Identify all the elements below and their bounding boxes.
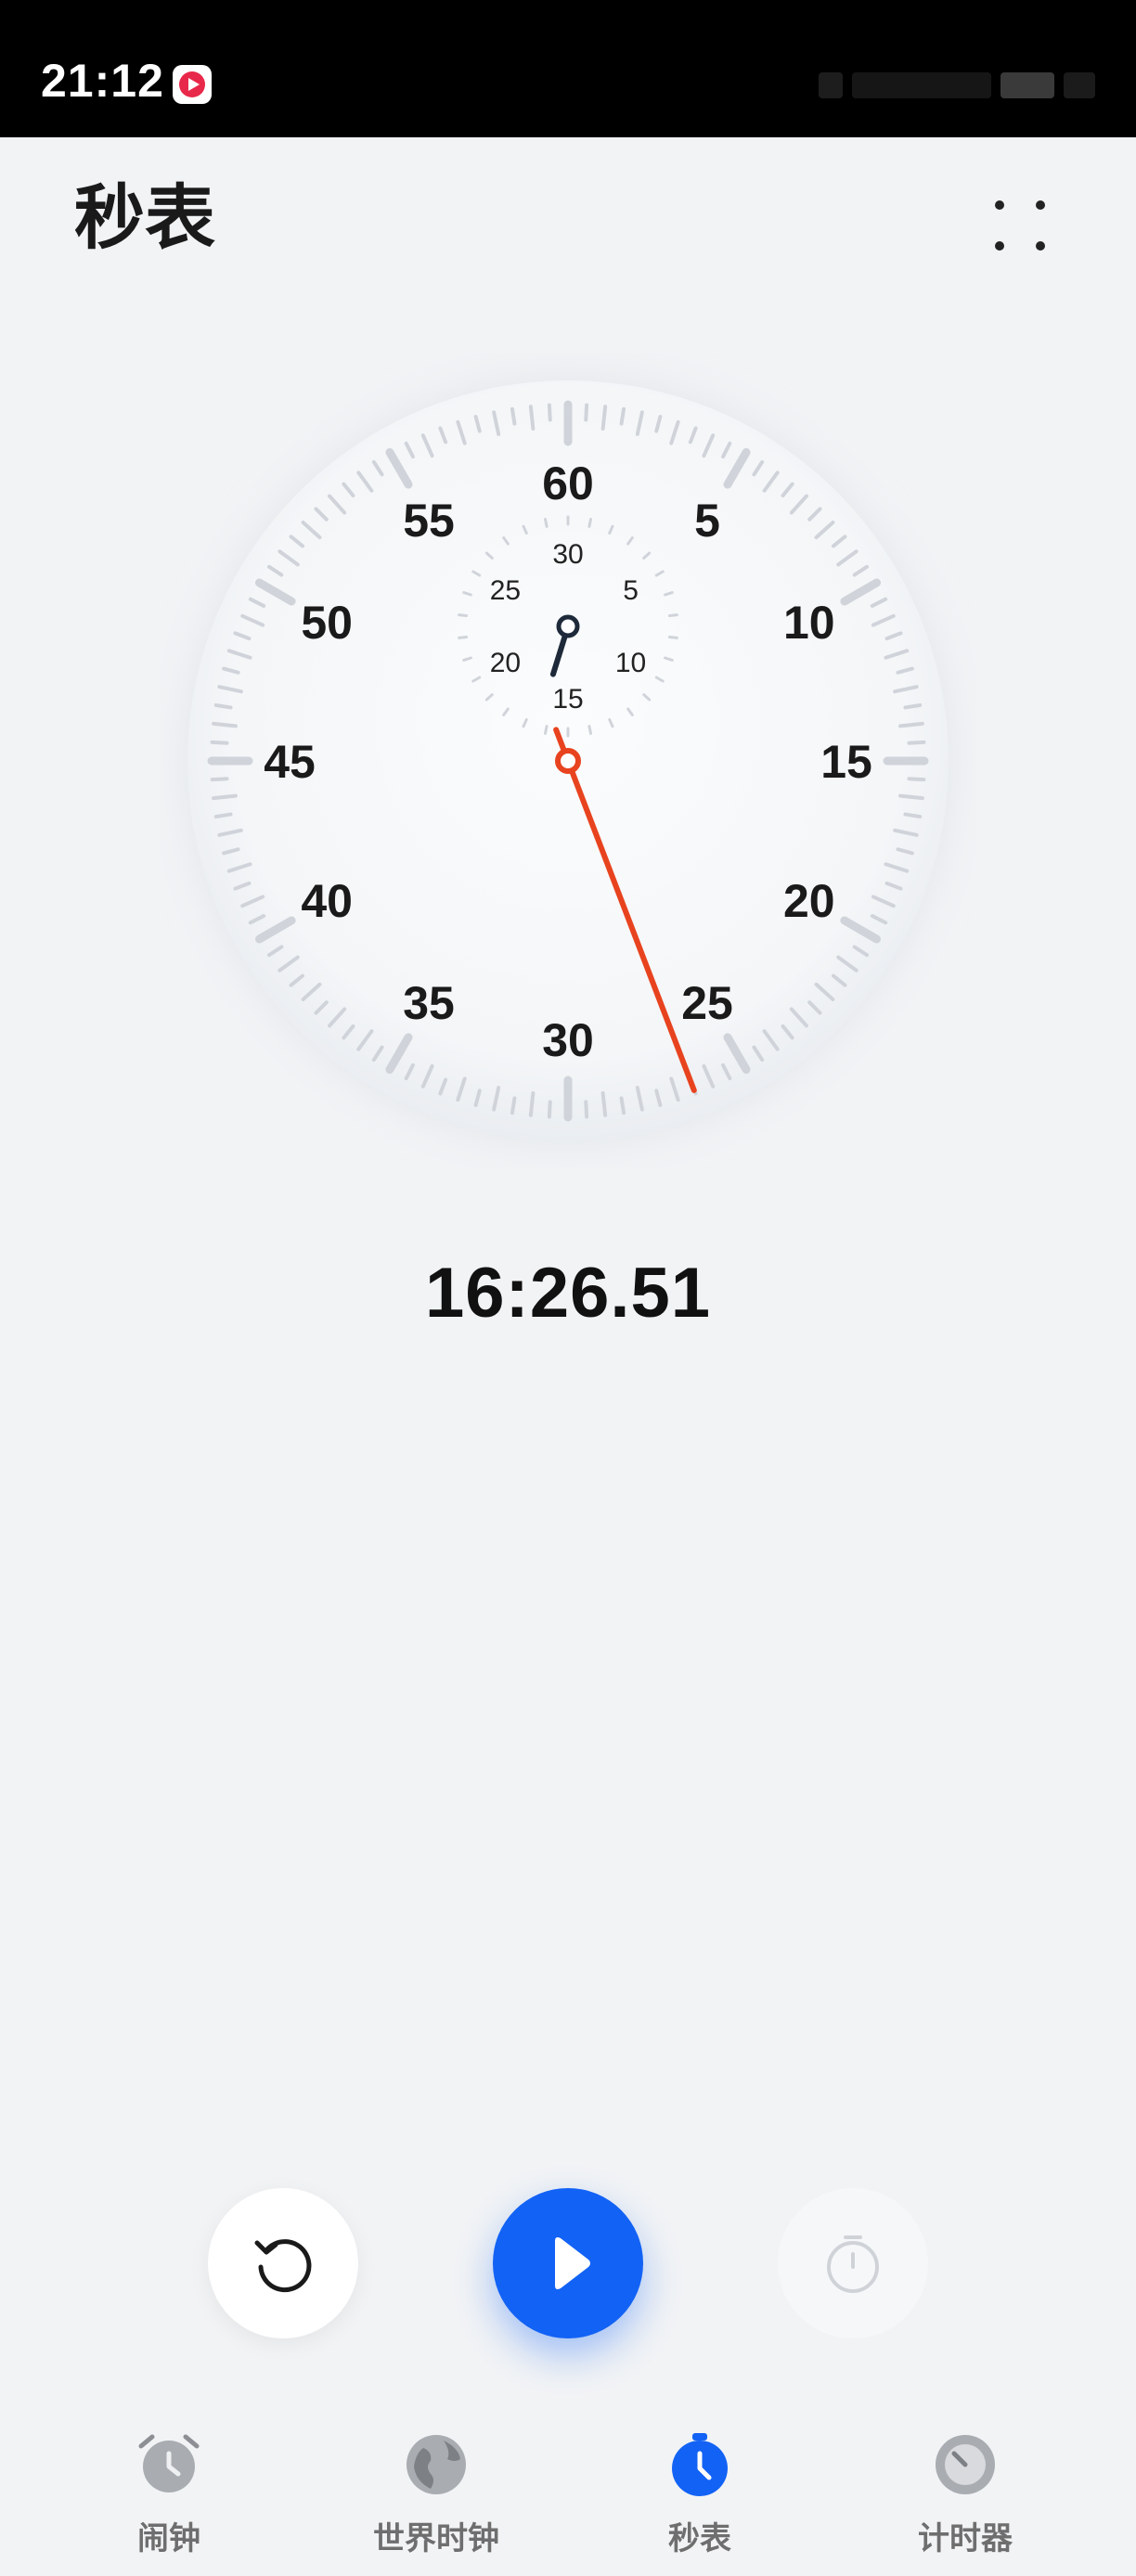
seconds-label: 35 [403,977,455,1029]
subdial-tick [667,635,678,639]
tab-label: 闹钟 [137,2521,200,2557]
video-app-notification-icon [173,65,212,104]
seconds-label: 50 [301,597,353,649]
dial-tick [212,793,238,801]
seconds-label: 10 [783,597,835,649]
subdial-tick [543,725,549,735]
dial-tick [510,1096,517,1115]
elapsed-time: 16:26.51 [424,1254,712,1333]
more-dots-icon-part [1036,200,1045,210]
seconds-label: 20 [783,875,835,927]
bottom-tab-bar: 闹钟 世界时钟 秒表 计时器 [0,2413,1136,2576]
minutes-label: 10 [615,648,646,678]
dial-tick [213,812,233,819]
more-dots-icon [995,200,1004,210]
dial-tick [898,793,924,801]
seconds-label: 15 [820,736,872,788]
reset-button[interactable] [208,2188,358,2338]
tab-label: 世界时钟 [373,2521,499,2557]
globe-icon [407,2435,466,2494]
more-dots-icon-part [1036,241,1045,251]
dial-tick [584,1100,589,1119]
dial-tick [212,721,238,728]
alarm-clock-icon [138,2434,200,2492]
tab-alarm[interactable]: 闹钟 [67,2413,271,2576]
start-button[interactable] [493,2188,643,2338]
seconds-label: 5 [694,495,720,547]
subdial-tick [587,725,593,735]
dial-tick [210,740,229,745]
seconds-label: 40 [301,875,353,927]
seconds-label: 60 [542,457,594,509]
play-icon [555,2237,590,2289]
minute-hand-pivot [556,614,580,638]
stopwatch-dial: 60 5 10 15 20 25 30 35 40 45 50 55 30 5 10 15 20 25 [160,353,976,1169]
status-bar: 21:12 [0,0,1136,137]
dial-tick [584,403,589,422]
subdial-tick [667,613,678,618]
seconds-label: 45 [264,736,316,788]
second-hand-pivot [555,748,581,774]
dial-tick [213,702,233,710]
tab-world-clock[interactable]: 世界时钟 [334,2413,538,2576]
dial-tick [547,1100,552,1119]
dial-tick [619,1096,626,1115]
reset-icon [254,2239,312,2293]
dial-tick [600,405,608,431]
dial-tick [600,1091,608,1117]
more-options-button[interactable] [989,195,1056,262]
seconds-label: 55 [403,495,455,547]
more-dots-icon-part [995,241,1004,251]
subdial-tick [458,635,469,639]
tab-stopwatch[interactable]: 秒表 [598,2413,802,2576]
dial-tick [903,812,923,819]
minutes-label: 15 [552,684,583,715]
tab-label: 计时器 [918,2521,1013,2557]
dial-tick [510,406,517,426]
dial-tick [528,1091,536,1117]
dial-svg: 60 5 10 15 20 25 30 35 40 45 50 55 30 5 10 15 20 25 [187,380,949,1141]
dial-tick [619,406,626,426]
minutes-label: 30 [552,539,583,570]
subdial-tick [458,613,469,618]
dial-tick [547,403,552,422]
stopwatch-icon [672,2433,728,2496]
lap-button[interactable] [778,2188,928,2338]
status-indicators [789,67,1095,104]
seconds-label: 25 [681,977,733,1029]
minutes-label: 20 [490,648,521,678]
dial-tick [903,702,923,710]
subdial-tick [543,518,549,528]
subdial-tick [587,518,593,528]
minutes-label: 5 [623,575,639,606]
minutes-label: 25 [490,575,521,606]
timer-icon [936,2435,995,2494]
dial-tick [898,721,924,728]
lap-stopwatch-icon [827,2235,879,2293]
dial-tick [528,405,536,431]
tab-timer[interactable]: 计时器 [863,2413,1067,2576]
status-time: 21:12 [41,55,164,107]
tab-label: 秒表 [668,2521,731,2557]
seconds-label: 30 [542,1014,594,1066]
dial-tick [907,740,926,745]
page-title: 秒表 [74,179,215,258]
